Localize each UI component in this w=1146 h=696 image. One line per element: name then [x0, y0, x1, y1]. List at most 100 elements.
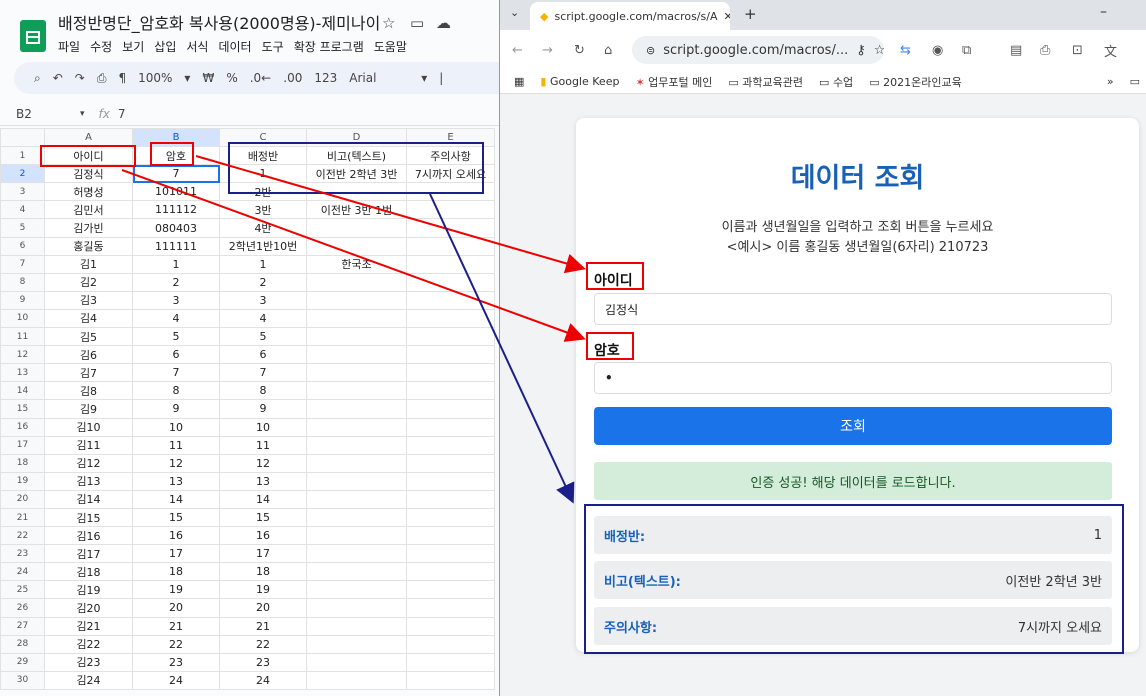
print-icon[interactable]: ⎙ [1040, 43, 1050, 58]
cell[interactable] [306, 272, 407, 292]
print-icon[interactable]: ⎙ [97, 71, 107, 86]
menu-insert[interactable]: 삽입 [154, 38, 176, 55]
cell[interactable]: 7 [132, 164, 220, 184]
cell[interactable]: 허명성 [44, 182, 133, 202]
cell[interactable]: 6 [219, 345, 307, 365]
cell[interactable] [406, 200, 495, 220]
row-header[interactable]: 9 [0, 290, 45, 310]
forward-icon[interactable]: → [542, 43, 553, 58]
extension-icon[interactable]: ◉ [932, 43, 943, 58]
cell[interactable]: 아이디 [44, 146, 133, 166]
cell[interactable]: 1 [132, 254, 220, 274]
cell[interactable] [406, 399, 495, 419]
cell[interactable]: 김9 [44, 399, 133, 419]
cell[interactable]: 11 [219, 435, 307, 455]
translate-page-icon[interactable]: 文 [1104, 41, 1117, 60]
row-header[interactable]: 19 [0, 471, 45, 491]
cell[interactable]: 김가빈 [44, 218, 133, 238]
new-tab-icon[interactable]: + [744, 5, 757, 23]
row-header[interactable]: 27 [0, 616, 45, 636]
cell[interactable] [306, 634, 407, 654]
bookmark-folder-class[interactable]: ▭ 수업 [819, 74, 853, 90]
cell[interactable]: 김4 [44, 308, 133, 329]
undo-icon[interactable]: ↶ [53, 71, 63, 85]
cell[interactable]: 16 [219, 526, 307, 546]
cell[interactable]: 김12 [44, 453, 133, 473]
cell[interactable]: 2반 [219, 182, 307, 202]
cell[interactable]: 7시까지 오세요 [406, 164, 495, 184]
decrease-decimal-button[interactable]: .0← [250, 71, 272, 85]
cell[interactable]: 17 [132, 544, 220, 564]
tab-close-icon[interactable]: ✕ [723, 10, 730, 23]
cell[interactable]: 김5 [44, 327, 133, 347]
menu-data[interactable]: 데이터 [218, 38, 251, 55]
cell[interactable] [406, 417, 495, 437]
cell[interactable]: 19 [132, 580, 220, 600]
cell[interactable]: 김2 [44, 272, 133, 292]
cell[interactable]: 김1 [44, 254, 133, 274]
cell[interactable]: 김16 [44, 526, 133, 546]
cell[interactable]: 배정반 [219, 146, 307, 166]
cell[interactable]: 김정식 [44, 164, 133, 184]
cell[interactable] [406, 471, 495, 491]
bookmark-star-icon[interactable]: ☆ [874, 43, 884, 58]
cell[interactable]: 5 [132, 327, 220, 347]
cell[interactable]: 12 [219, 453, 307, 473]
address-bar[interactable]: ⊜ script.google.com/macros/... ⚷ ☆ [632, 36, 884, 64]
cell[interactable] [406, 308, 495, 329]
cell[interactable]: 14 [219, 489, 307, 509]
cell[interactable] [406, 254, 495, 274]
url-text[interactable]: script.google.com/macros/... [663, 43, 848, 58]
cell[interactable]: 13 [219, 471, 307, 491]
reload-icon[interactable]: ↻ [574, 43, 585, 58]
cell[interactable] [406, 290, 495, 310]
row-header[interactable]: 15 [0, 399, 45, 419]
formula-input[interactable]: 7 [118, 107, 126, 121]
column-header[interactable]: B [132, 127, 220, 148]
row-header[interactable]: 18 [0, 453, 45, 473]
cell[interactable] [406, 218, 495, 238]
paint-format-icon[interactable]: ¶ [118, 71, 126, 85]
font-select[interactable]: Arial [349, 71, 409, 85]
key-icon[interactable]: ⚷ [856, 43, 866, 58]
row-header[interactable]: 7 [0, 254, 45, 274]
menu-file[interactable]: 파일 [58, 38, 80, 55]
cell[interactable]: 22 [132, 634, 220, 654]
cell[interactable]: 1 [219, 164, 307, 184]
cell[interactable] [406, 236, 495, 256]
row-header[interactable]: 2 [0, 164, 45, 184]
search-icon[interactable]: ⌕ [34, 71, 41, 86]
cell[interactable] [306, 598, 407, 618]
cell[interactable]: 15 [219, 507, 307, 528]
cell[interactable]: 19 [219, 580, 307, 600]
cell[interactable] [406, 616, 495, 636]
row-header[interactable]: 21 [0, 507, 45, 528]
cell[interactable] [306, 345, 407, 365]
cell[interactable] [406, 272, 495, 292]
cell[interactable] [306, 489, 407, 509]
cell[interactable] [406, 634, 495, 654]
bookmark-portal[interactable]: ✶ 업무포털 메인 [635, 74, 712, 90]
password-input[interactable]: • [594, 362, 1112, 394]
row-header[interactable]: 11 [0, 327, 45, 347]
cell[interactable]: 김23 [44, 652, 133, 672]
cell[interactable]: 17 [219, 544, 307, 564]
cell[interactable]: 김18 [44, 562, 133, 582]
cell[interactable] [406, 363, 495, 383]
cell[interactable] [406, 670, 495, 690]
cell[interactable] [306, 507, 407, 528]
puzzle-extensions-icon[interactable]: ⧉ [962, 43, 971, 58]
cell[interactable] [306, 218, 407, 238]
row-header[interactable]: 29 [0, 652, 45, 672]
screenshot-icon[interactable]: ⊡ [1072, 43, 1083, 58]
cell[interactable]: 4 [219, 308, 307, 329]
cell[interactable]: 2 [132, 272, 220, 292]
cell[interactable]: 김7 [44, 363, 133, 383]
apps-grid-icon[interactable]: ▦ [514, 75, 524, 88]
cell[interactable]: 10 [132, 417, 220, 437]
font-chevron-down-icon[interactable]: ▾ [421, 71, 427, 85]
row-header[interactable]: 3 [0, 182, 45, 202]
cell[interactable] [306, 363, 407, 383]
back-icon[interactable]: ← [512, 43, 523, 58]
cell[interactable]: 2학년1반10번 [219, 236, 307, 256]
